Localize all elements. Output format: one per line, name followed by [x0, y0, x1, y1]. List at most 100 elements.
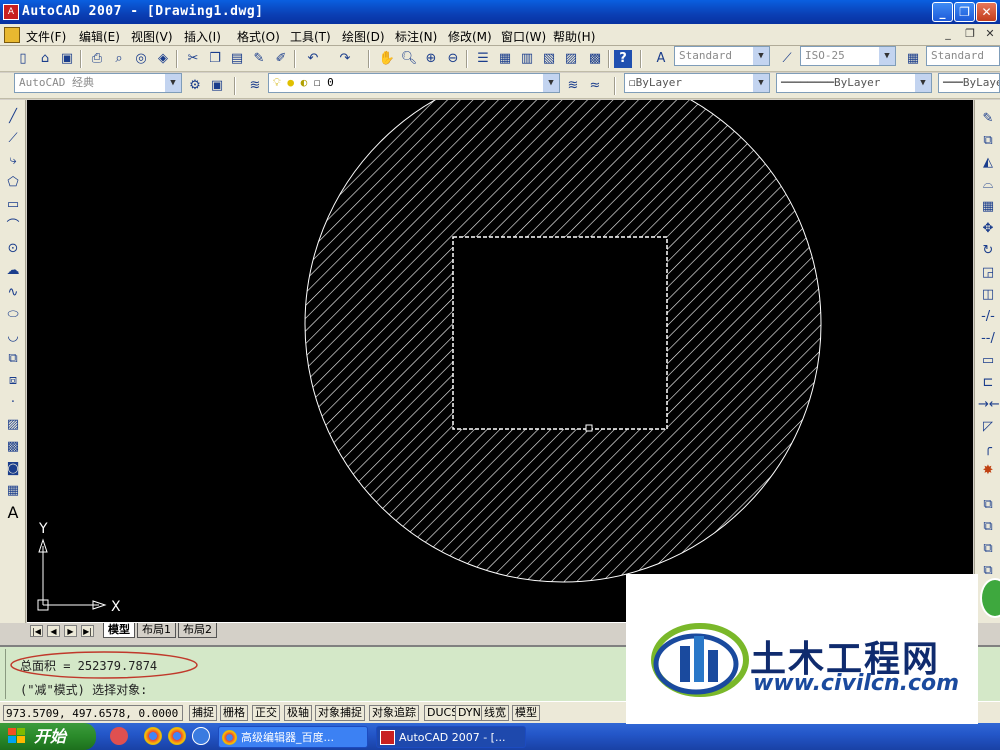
- task-autocad[interactable]: AutoCAD 2007 - [...: [376, 726, 526, 748]
- offset-icon[interactable]: ⌓: [978, 176, 998, 194]
- erase-icon[interactable]: ✎: [978, 110, 998, 128]
- tab-model[interactable]: 模型: [103, 623, 135, 638]
- menu-edit[interactable]: 编辑(E): [79, 28, 120, 45]
- help-icon[interactable]: ?: [614, 50, 632, 68]
- menu-window[interactable]: 窗口(W): [501, 28, 546, 45]
- osnap-toggle[interactable]: 对象捕捉: [315, 705, 365, 721]
- dyn-toggle[interactable]: DYN: [455, 705, 484, 721]
- scale-icon[interactable]: ◲: [978, 264, 998, 282]
- explode-icon[interactable]: ✸: [978, 462, 998, 480]
- menu-insert[interactable]: 插入(I): [184, 28, 221, 45]
- sheet-set-icon[interactable]: ▧: [540, 50, 558, 68]
- table-style-icon[interactable]: ▦: [904, 50, 922, 68]
- rotate-icon[interactable]: ↻: [978, 242, 998, 260]
- menu-dimension[interactable]: 标注(N): [395, 28, 437, 45]
- extend-icon[interactable]: --/: [978, 330, 998, 348]
- lineweight-toggle[interactable]: 线宽: [481, 705, 509, 721]
- mtext-icon[interactable]: A: [3, 504, 23, 522]
- point-icon[interactable]: ·: [3, 394, 23, 412]
- autocad-app-icon[interactable]: A: [3, 4, 19, 20]
- redo-icon[interactable]: ↷: [336, 50, 354, 68]
- zoom-window-icon[interactable]: ⊕: [422, 50, 440, 68]
- publish-icon[interactable]: ◎: [132, 50, 150, 68]
- calculator-icon[interactable]: ▩: [586, 50, 604, 68]
- tab-prev-button[interactable]: ◀: [47, 625, 60, 637]
- ie-icon[interactable]: [192, 727, 210, 745]
- my-workspace-icon[interactable]: ▣: [208, 77, 226, 95]
- make-block-icon[interactable]: ⧈: [3, 372, 23, 390]
- block-editor-icon[interactable]: ✐: [272, 50, 290, 68]
- menu-file[interactable]: 文件(F): [26, 28, 66, 45]
- table-style-select[interactable]: Standard: [926, 46, 1000, 66]
- bring-to-front-icon[interactable]: ⧉: [978, 518, 998, 536]
- dimension-style-select[interactable]: ISO-25 ▼: [800, 46, 896, 66]
- construction-line-icon[interactable]: ⟋: [3, 130, 23, 148]
- linetype-select[interactable]: ────────ByLayer ▼: [776, 73, 932, 93]
- snap-toggle[interactable]: 捕捉: [189, 705, 217, 721]
- rectangle-icon[interactable]: ▭: [3, 196, 23, 214]
- menu-modify[interactable]: 修改(M): [448, 28, 492, 45]
- design-center-icon[interactable]: ▦: [496, 50, 514, 68]
- dimension-style-icon[interactable]: ⟋: [778, 50, 796, 68]
- make-object-layer-current-icon[interactable]: ≋: [564, 77, 582, 95]
- workspace-settings-icon[interactable]: ⚙: [186, 77, 204, 95]
- properties-icon[interactable]: ☰: [474, 50, 492, 68]
- revcloud-icon[interactable]: ☁: [3, 262, 23, 280]
- mirror-icon[interactable]: ◭: [978, 154, 998, 172]
- tab-layout2[interactable]: 布局2: [178, 623, 217, 638]
- chrome-icon-2[interactable]: [168, 727, 186, 745]
- grid-toggle[interactable]: 栅格: [220, 705, 248, 721]
- chrome-icon[interactable]: [144, 727, 162, 745]
- chamfer-icon[interactable]: ◸: [978, 418, 998, 436]
- layer-manager-icon[interactable]: ≋: [246, 77, 264, 95]
- stretch-icon[interactable]: ◫: [978, 286, 998, 304]
- polar-toggle[interactable]: 极轴: [284, 705, 312, 721]
- menu-view[interactable]: 视图(V): [131, 28, 173, 45]
- doc-restore-button[interactable]: ❐: [962, 27, 978, 41]
- draw-order-icon[interactable]: ⧉: [978, 496, 998, 514]
- task-browser[interactable]: 高级编辑器_百度...: [218, 726, 368, 748]
- model-toggle[interactable]: 模型: [512, 705, 540, 721]
- minimize-button[interactable]: _: [932, 2, 953, 22]
- tab-next-button[interactable]: ▶: [64, 625, 77, 637]
- copy-icon[interactable]: ⧉: [978, 132, 998, 150]
- tray-badge[interactable]: [980, 578, 1000, 618]
- workspace-select[interactable]: AutoCAD 经典 ▼: [14, 73, 182, 93]
- restore-button[interactable]: ❐: [954, 2, 975, 22]
- copy-clip-icon[interactable]: ❐: [206, 50, 224, 68]
- drawing-canvas[interactable]: Y X: [27, 65, 973, 623]
- start-button[interactable]: 开始: [0, 723, 96, 750]
- layer-previous-icon[interactable]: ≈: [586, 77, 604, 95]
- plot-preview-icon[interactable]: ⌕: [110, 50, 128, 68]
- pan-icon[interactable]: ✋: [378, 50, 396, 68]
- menu-tools[interactable]: 工具(T): [290, 28, 331, 45]
- line-icon[interactable]: ╱: [3, 108, 23, 126]
- spline-icon[interactable]: ∿: [3, 284, 23, 302]
- join-icon[interactable]: →←: [978, 396, 1000, 414]
- tab-first-button[interactable]: |◀: [30, 625, 43, 637]
- doc-close-button[interactable]: ✕: [982, 27, 998, 41]
- command-grip[interactable]: [0, 649, 6, 699]
- gradient-icon[interactable]: ▩: [3, 438, 23, 456]
- menu-help[interactable]: 帮助(H): [553, 28, 595, 45]
- menu-draw[interactable]: 绘图(D): [342, 28, 385, 45]
- break-point-icon[interactable]: ▭: [978, 352, 998, 370]
- hatch-icon[interactable]: ▨: [3, 416, 23, 434]
- layer-select[interactable]: 💡︎ ● ◐ ☐ 0 ▼: [268, 73, 560, 93]
- break-icon[interactable]: ⊏: [978, 374, 998, 392]
- table-icon[interactable]: ▦: [3, 482, 23, 500]
- save-icon[interactable]: ▣: [58, 50, 76, 68]
- text-style-icon[interactable]: A: [652, 50, 670, 68]
- send-to-back-icon[interactable]: ⧉: [978, 540, 998, 558]
- move-icon[interactable]: ✥: [978, 220, 998, 238]
- open-icon[interactable]: ⌂: [36, 50, 54, 68]
- otrack-toggle[interactable]: 对象追踪: [369, 705, 419, 721]
- polyline-icon[interactable]: ⤷: [3, 152, 23, 170]
- 3d-dwf-icon[interactable]: ◈: [154, 50, 172, 68]
- text-style-select[interactable]: Standard ▼: [674, 46, 770, 66]
- ortho-toggle[interactable]: 正交: [252, 705, 280, 721]
- undo-icon[interactable]: ↶: [304, 50, 322, 68]
- cut-icon[interactable]: ✂: [184, 50, 202, 68]
- lineweight-select[interactable]: ───ByLayer: [938, 73, 1000, 93]
- tab-last-button[interactable]: ▶|: [81, 625, 94, 637]
